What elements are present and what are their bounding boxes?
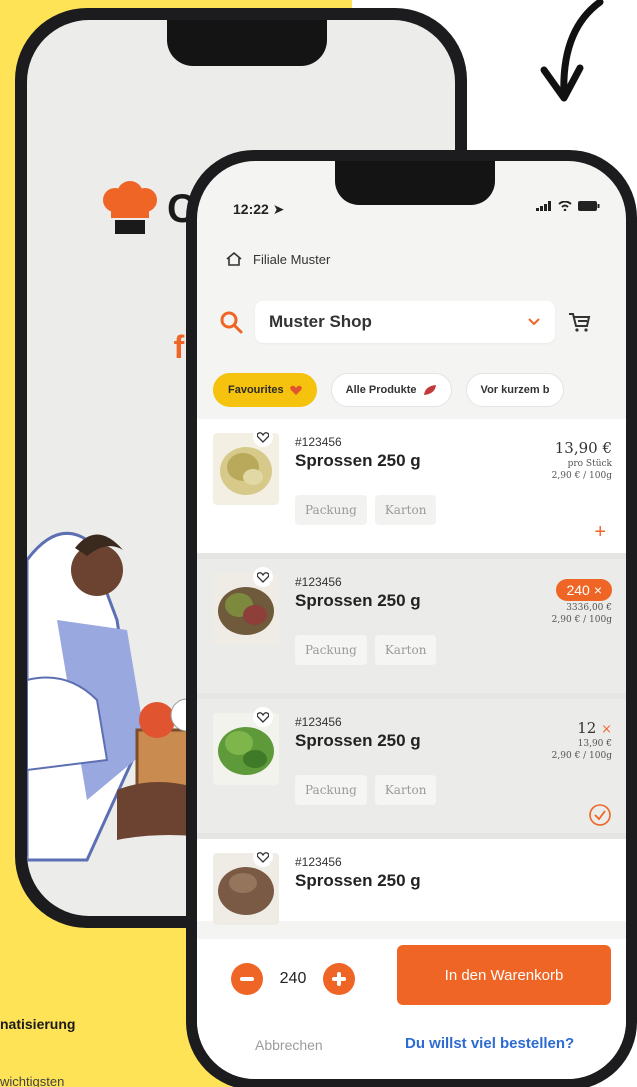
product-sku: #123456 (295, 575, 342, 589)
product-row[interactable]: #123456 Sprossen 250 g Packung Karton 13… (197, 419, 626, 559)
product-row[interactable]: #123456 Sprossen 250 g Packung Karton 12… (197, 699, 626, 839)
decrease-button[interactable] (231, 963, 263, 995)
product-name: Sprossen 250 g (295, 451, 421, 470)
product-unit-price: 2,90 € / 100g (551, 615, 612, 625)
plus-icon (332, 972, 346, 986)
unit-option-karton[interactable]: Karton (374, 635, 437, 665)
leaf-icon (423, 385, 436, 395)
unit-option-packung[interactable]: Packung (295, 495, 367, 525)
signal-icon (536, 201, 551, 211)
product-row[interactable]: #123456 Sprossen 250 g Packung Karton 24… (197, 559, 626, 699)
cart-icon[interactable] (567, 310, 591, 334)
search-icon[interactable] (219, 310, 243, 334)
close-icon: × (601, 722, 612, 737)
product-price-block: 12 × 13,90 € 2,90 € / 100g (552, 719, 612, 761)
increase-button[interactable] (323, 963, 355, 995)
caption-text: wichtigsten (0, 1074, 65, 1087)
status-icons (536, 201, 600, 211)
product-unit-options: Packung Karton (295, 635, 437, 665)
product-unit: pro Stück (567, 459, 612, 469)
quantity-stepper: 240 (231, 963, 355, 995)
chevron-down-icon (528, 318, 540, 326)
unit-option-karton[interactable]: Karton (374, 775, 437, 805)
product-unit-options: Packung Karton (295, 775, 437, 805)
product-row[interactable]: #123456 Sprossen 250 g (197, 839, 626, 925)
add-to-cart-button[interactable]: In den Warenkorb (397, 945, 611, 1005)
home-icon (226, 251, 242, 266)
hand-drawn-arrow-icon (540, 0, 604, 102)
product-unit-price: 2,90 € / 100g (551, 751, 612, 761)
product-price-block: 13,90 € pro Stück 2,90 € / 100g (552, 439, 612, 481)
product-price: 13,90 € (554, 439, 612, 457)
product-unit-price: 2,90 € / 100g (551, 471, 612, 481)
product-unit-options: Packung Karton (295, 495, 437, 525)
favorite-heart-icon[interactable] (253, 427, 273, 447)
chef-hat-icon (103, 181, 157, 234)
store-label: Filiale Muster (253, 251, 331, 267)
product-price-block: 240 × 3336,00 € 2,90 € / 100g (552, 579, 612, 625)
product-name: Sprossen 250 g (295, 871, 421, 890)
back-phone-notch (167, 20, 327, 66)
status-time: 12:22 ➤ (233, 201, 285, 217)
favorite-heart-icon[interactable] (253, 847, 273, 867)
category-tabs: Favourites Alle Produkte Vor kurzem b (213, 373, 565, 407)
bulk-order-link[interactable]: Du willst viel bestellen? (405, 1035, 574, 1052)
cancel-button[interactable]: Abbrechen (255, 1037, 323, 1053)
quantity-value[interactable]: 12 × (552, 719, 612, 737)
unit-option-karton[interactable]: Karton (374, 495, 437, 525)
front-phone: 12:22 ➤ Filiale Muster Muster Shop Favou… (186, 150, 637, 1087)
unit-option-packung[interactable]: Packung (295, 775, 367, 805)
product-name: Sprossen 250 g (295, 731, 421, 750)
battery-icon (578, 201, 600, 211)
shop-select[interactable]: Muster Shop (255, 301, 555, 343)
unit-option-packung[interactable]: Packung (295, 635, 367, 665)
front-phone-notch (335, 161, 495, 205)
tab-vor-kurzem[interactable]: Vor kurzem b (465, 373, 565, 407)
product-sku: #123456 (295, 715, 342, 729)
quantity-value[interactable]: 240 (277, 970, 309, 988)
shop-select-value: Muster Shop (269, 312, 372, 331)
product-total: 13,90 € (577, 739, 612, 749)
tab-alle-produkte[interactable]: Alle Produkte (330, 373, 452, 407)
tab-favourites[interactable]: Favourites (213, 373, 317, 407)
wifi-icon (558, 201, 572, 211)
bottom-order-bar: 240 In den Warenkorb Abbrechen Du willst… (197, 939, 626, 1079)
add-product-plus-icon[interactable]: + (594, 521, 606, 544)
heart-icon (289, 385, 302, 395)
store-selector[interactable]: Filiale Muster (225, 251, 330, 267)
caption-heading: natisierung (0, 1016, 76, 1032)
search-row: Muster Shop (219, 301, 612, 343)
favorite-heart-icon[interactable] (253, 567, 273, 587)
front-phone-screen: 12:22 ➤ Filiale Muster Muster Shop Favou… (197, 161, 626, 1079)
product-list: #123456 Sprossen 250 g Packung Karton 13… (197, 419, 626, 925)
minus-icon (240, 977, 254, 981)
product-name: Sprossen 250 g (295, 591, 421, 610)
close-icon: × (593, 582, 602, 598)
favorite-heart-icon[interactable] (253, 707, 273, 727)
product-sku: #123456 (295, 855, 342, 869)
checkmark-circle-icon[interactable] (588, 803, 612, 827)
product-total: 3336,00 € (566, 603, 612, 613)
quantity-badge[interactable]: 240 × (556, 579, 612, 601)
product-sku: #123456 (295, 435, 342, 449)
